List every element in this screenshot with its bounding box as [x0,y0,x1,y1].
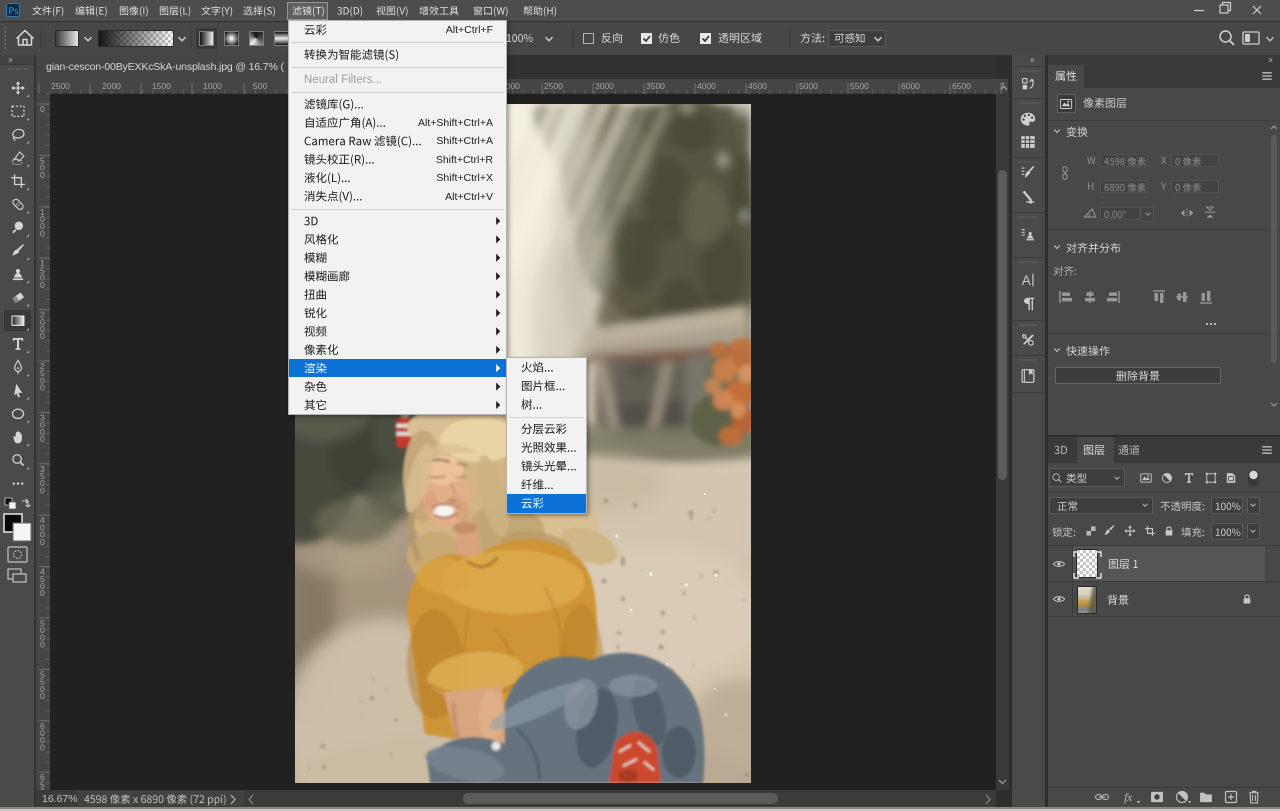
svg-text:6500: 6500 [952,81,971,91]
svg-text:0: 0 [40,383,45,393]
svg-text:1000: 1000 [203,81,222,91]
svg-text:6000: 6000 [901,81,920,91]
svg-text:5000: 5000 [799,81,818,91]
svg-text:3500: 3500 [646,81,665,91]
svg-text:0: 0 [40,588,45,598]
svg-text:5500: 5500 [850,81,869,91]
svg-text:2500: 2500 [544,81,563,91]
svg-text:0: 0 [40,537,45,547]
svg-text:0: 0 [40,331,45,341]
svg-text:0: 0 [40,104,45,114]
svg-text:4500: 4500 [748,81,767,91]
svg-text:0: 0 [40,228,45,238]
svg-text:0: 0 [40,485,45,495]
svg-text:0: 0 [40,170,45,180]
svg-text:7: 7 [1000,81,1005,91]
svg-text:1500: 1500 [152,81,171,91]
svg-text:0: 0 [40,787,45,790]
svg-text:3000: 3000 [595,81,614,91]
svg-text:0: 0 [40,691,45,701]
svg-text:500: 500 [253,81,267,91]
svg-text:0: 0 [40,280,45,290]
svg-text:4000: 4000 [697,81,716,91]
svg-text:0: 0 [40,640,45,650]
svg-text:0: 0 [40,434,45,444]
svg-text:0: 0 [40,742,45,752]
svg-text:2000: 2000 [102,81,121,91]
